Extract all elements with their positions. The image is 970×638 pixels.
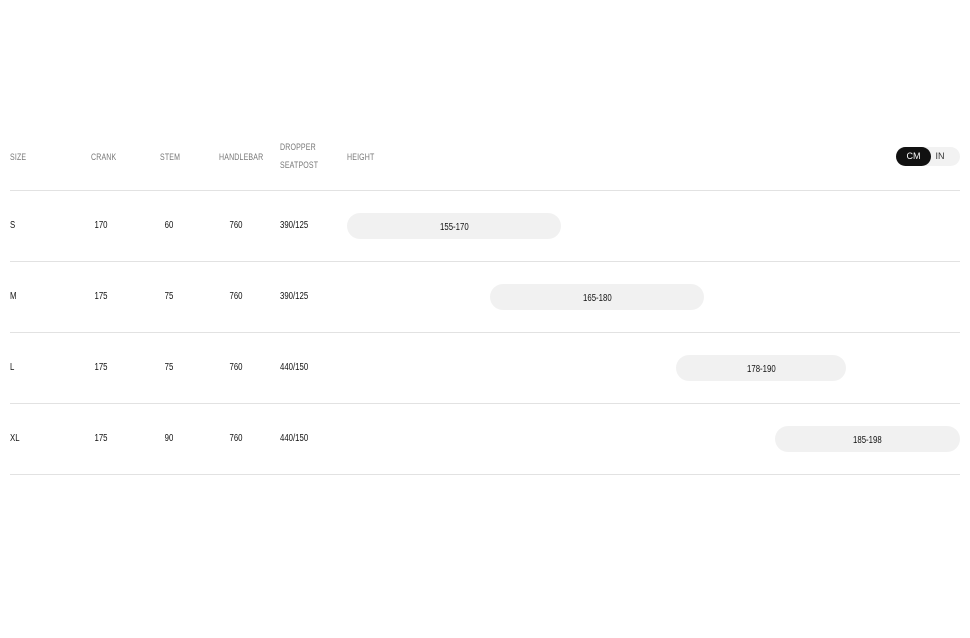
cell-handlebar: 760 <box>229 362 243 373</box>
height-range-label: 165-180 <box>582 293 612 304</box>
header-size: SIZE <box>10 152 27 162</box>
cell-crank: 175 <box>94 362 108 373</box>
cell-stem: 90 <box>164 433 174 444</box>
table-body: S 170 60 760 390/125 155-170 M 175 75 760 390/125 1… <box>10 191 960 475</box>
cell-dropper: 440/150 <box>280 362 309 373</box>
unit-option-in[interactable]: IN <box>932 147 948 166</box>
cell-crank: 175 <box>94 433 108 444</box>
header-crank: CRANK <box>91 152 117 162</box>
height-range-label: 185-198 <box>853 435 882 446</box>
cell-handlebar: 760 <box>229 220 243 231</box>
cell-stem: 60 <box>164 220 174 231</box>
cell-crank: 175 <box>94 291 108 302</box>
cell-handlebar: 760 <box>229 433 243 444</box>
height-range-pill: 185-198 <box>775 426 960 452</box>
table-row: L 175 75 760 440/150 178-190 <box>10 333 960 404</box>
unit-option-cm[interactable]: CM <box>896 147 931 166</box>
header-dropper-line2: SEATPOST <box>280 160 319 170</box>
unit-toggle[interactable]: CM IN <box>896 147 960 166</box>
height-range-pill: 178-190 <box>676 355 846 381</box>
header-dropper-line1: DROPPER <box>280 142 316 152</box>
table-row: S 170 60 760 390/125 155-170 <box>10 191 960 262</box>
cell-dropper: 390/125 <box>280 291 309 302</box>
header-dropper-seatpost: DROPPER SEATPOST <box>280 138 319 174</box>
cell-stem: 75 <box>164 362 174 373</box>
header-stem: STEM <box>160 152 181 162</box>
header-height: HEIGHT <box>347 152 375 162</box>
cell-size: L <box>10 362 15 373</box>
height-range-label: 178-190 <box>746 364 776 375</box>
cell-dropper: 440/150 <box>280 433 309 444</box>
header-handlebar: HANDLEBAR <box>219 152 264 162</box>
height-range-label: 155-170 <box>439 222 469 233</box>
size-chart-table: SIZE CRANK STEM HANDLEBAR DROPPER SEATPO… <box>10 132 960 475</box>
table-row: XL 175 90 760 440/150 185-198 <box>10 404 960 475</box>
cell-crank: 170 <box>94 220 108 231</box>
table-header-row: SIZE CRANK STEM HANDLEBAR DROPPER SEATPO… <box>10 132 960 191</box>
cell-dropper: 390/125 <box>280 220 309 231</box>
cell-handlebar: 760 <box>229 291 243 302</box>
cell-size: XL <box>10 433 20 444</box>
cell-size: S <box>10 220 16 231</box>
table-row: M 175 75 760 390/125 165-180 <box>10 262 960 333</box>
cell-size: M <box>10 291 17 302</box>
height-range-pill: 155-170 <box>347 213 561 239</box>
cell-stem: 75 <box>164 291 174 302</box>
height-range-pill: 165-180 <box>490 284 704 310</box>
